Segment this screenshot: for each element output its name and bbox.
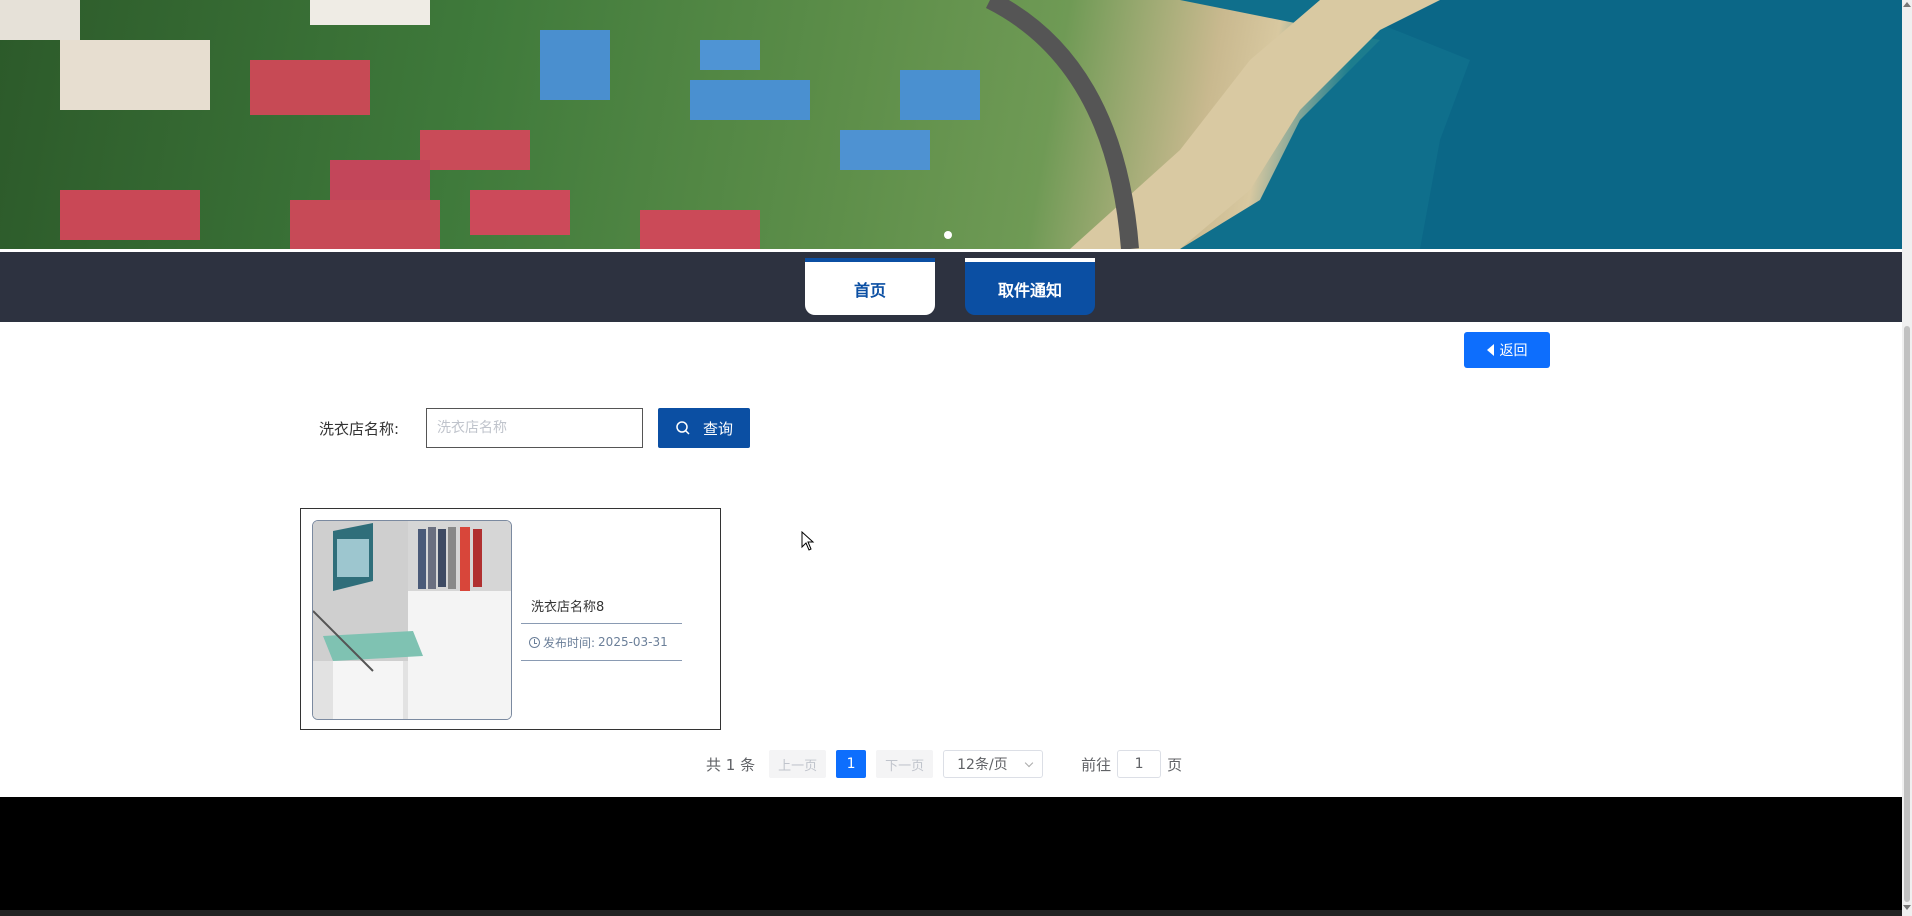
- page: 首页 取件通知 返回 洗衣店名称: 查询: [0, 0, 1912, 916]
- nav-tab-home[interactable]: 首页: [805, 258, 935, 315]
- banner-carousel[interactable]: [0, 0, 1902, 249]
- page-size-select[interactable]: 12条/页: [943, 750, 1044, 778]
- search-button-label: 查询: [702, 420, 733, 438]
- page-number-1[interactable]: 1: [836, 750, 867, 778]
- footer: [0, 797, 1902, 916]
- next-page-button[interactable]: 下一页: [876, 750, 934, 778]
- pagination: 共 1 条 上一页 1 下一页 12条/页 前往 页: [706, 749, 1182, 779]
- goto-page-input[interactable]: [1117, 750, 1162, 778]
- goto-suffix: 页: [1167, 755, 1183, 774]
- banner-image: [0, 0, 1902, 249]
- laundry-photo: [313, 521, 511, 719]
- mouse-cursor-icon: [801, 531, 815, 551]
- search-button[interactable]: 查询: [658, 408, 750, 448]
- carousel-indicators: [944, 231, 952, 239]
- pagination-total: 共 1 条: [706, 755, 756, 774]
- clock-icon: [529, 636, 540, 648]
- publish-date: 2025-03-31: [598, 635, 668, 649]
- caret-left-icon: [1486, 344, 1494, 356]
- prev-page-button[interactable]: 上一页: [769, 750, 827, 778]
- search-icon: [676, 421, 690, 435]
- scroll-up-icon[interactable]: [1903, 2, 1911, 7]
- laundry-name: 洗衣店名称8: [531, 600, 605, 615]
- nav-tab-pickup-notice[interactable]: 取件通知: [965, 258, 1095, 315]
- page-size-value: 12条/页: [957, 757, 1008, 773]
- goto-prefix: 前往: [1081, 755, 1112, 774]
- laundry-card[interactable]: 洗衣店名称8 发布时间: 2025-03-31: [300, 508, 721, 730]
- laundry-card-image: [312, 520, 512, 720]
- footer-strip: [0, 910, 1902, 916]
- carousel-dot[interactable]: [944, 231, 952, 239]
- publish-label: 发布时间:: [543, 635, 596, 650]
- main-nav: 首页 取件通知: [0, 252, 1902, 322]
- back-button[interactable]: 返回: [1464, 332, 1550, 368]
- laundry-name-input[interactable]: [426, 408, 643, 448]
- chevron-down-icon: [1024, 758, 1034, 767]
- search-label: 洗衣店名称:: [319, 420, 400, 438]
- publish-info: 发布时间: 2025-03-31: [521, 623, 682, 661]
- scroll-down-icon[interactable]: [1903, 905, 1911, 910]
- back-button-label: 返回: [1499, 343, 1528, 359]
- scrollbar-thumb[interactable]: [1904, 326, 1910, 902]
